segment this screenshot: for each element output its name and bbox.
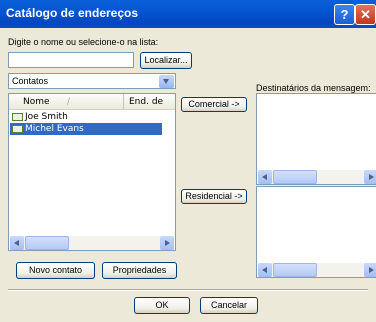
business-hscrollbar[interactable] xyxy=(258,170,376,184)
contact-card-icon xyxy=(12,112,23,121)
new-contact-button[interactable]: Novo contato xyxy=(16,262,95,279)
window-title: Catálogo de endereços xyxy=(6,6,139,20)
home-hscrollbar[interactable] xyxy=(258,263,376,277)
scroll-thumb[interactable] xyxy=(273,263,317,277)
scroll-right-icon[interactable] xyxy=(364,263,376,277)
scroll-right-icon[interactable] xyxy=(364,170,376,184)
scroll-thumb[interactable] xyxy=(273,170,317,184)
sort-icon: / xyxy=(67,97,71,107)
scroll-left-icon[interactable] xyxy=(258,263,272,277)
contacts-list[interactable]: Nome / End. de Joe Smith Michel Evans xyxy=(8,93,176,251)
home-recipients-list[interactable] xyxy=(256,186,376,278)
scroll-right-icon[interactable] xyxy=(160,236,174,250)
recipients-label: Destinatários da mensagem: xyxy=(256,83,371,93)
find-button[interactable]: Localizar... xyxy=(140,52,192,69)
column-name-header[interactable]: Nome / xyxy=(11,94,124,109)
home-button[interactable]: Residencial -> xyxy=(181,189,247,204)
scroll-thumb[interactable] xyxy=(25,236,69,250)
contact-row-selected[interactable]: Michel Evans xyxy=(10,123,162,135)
contact-row[interactable]: Joe Smith xyxy=(10,111,162,123)
source-combo-value: Contatos xyxy=(12,76,49,86)
scroll-left-icon[interactable] xyxy=(258,170,272,184)
source-combo[interactable]: Contatos xyxy=(8,73,176,89)
contacts-hscrollbar[interactable] xyxy=(10,236,174,250)
search-label: Digite o nome ou selecione-o na lista: xyxy=(8,37,159,47)
separator xyxy=(8,289,368,291)
scroll-left-icon[interactable] xyxy=(10,236,24,250)
title-bar[interactable]: Catálogo de endereços ? ✕ xyxy=(0,0,376,28)
help-button[interactable]: ? xyxy=(334,4,355,25)
properties-button[interactable]: Propriedades xyxy=(102,262,177,279)
column-address-header[interactable]: End. de xyxy=(129,94,163,110)
contacts-header: Nome / End. de xyxy=(9,94,175,110)
contact-name: Michel Evans xyxy=(25,124,84,134)
contact-card-icon xyxy=(12,124,23,133)
close-button[interactable]: ✕ xyxy=(355,4,376,25)
business-recipients-list[interactable] xyxy=(256,93,376,185)
cancel-button[interactable]: Cancelar xyxy=(200,297,258,314)
search-input[interactable] xyxy=(8,52,134,68)
chevron-down-icon[interactable] xyxy=(159,75,174,88)
ok-button[interactable]: OK xyxy=(134,297,190,314)
contact-name: Joe Smith xyxy=(25,112,68,122)
business-button[interactable]: Comercial -> xyxy=(181,97,247,112)
address-book-window: Catálogo de endereços ? ✕ Digite o nome … xyxy=(0,0,376,322)
